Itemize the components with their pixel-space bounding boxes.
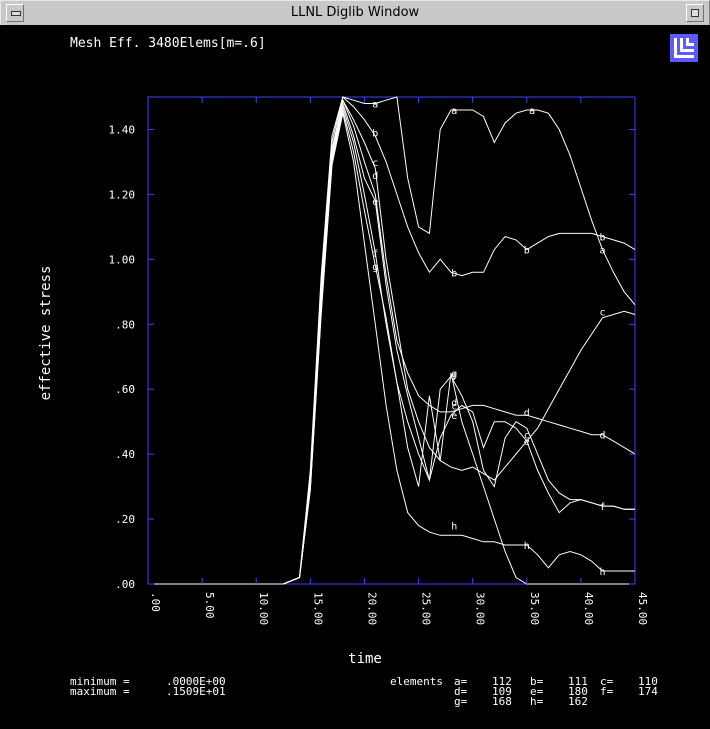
y-tick-label: .00 — [115, 578, 135, 591]
series-marker-h: h — [451, 522, 457, 533]
series-marker-d: d — [600, 431, 606, 442]
series-marker-d: d — [372, 171, 378, 182]
x-tick-label: 45.00 — [636, 592, 649, 625]
maximum-value: .1509E+01 — [166, 685, 226, 698]
elements-label: elements — [390, 675, 443, 688]
y-tick-label: .80 — [115, 318, 135, 331]
element-value: 174 — [638, 685, 658, 698]
series-marker-a: a — [451, 106, 457, 117]
x-tick-label: 15.00 — [311, 592, 324, 625]
series-line-b — [148, 96, 636, 585]
element-key: f= — [600, 685, 614, 698]
element-key: h= — [530, 695, 544, 708]
series-marker-f: f — [372, 249, 378, 260]
x-ticks-group: .00 5.00 10.00 15.00 20.00 25.00 30.00 35.00 40.… — [147, 97, 649, 625]
series-marker-h: h — [524, 541, 530, 552]
series-marker-a: a — [529, 106, 535, 117]
series-marker-b: b — [600, 233, 606, 244]
x-tick-label: 25.00 — [420, 592, 433, 625]
x-tick-label: 30.00 — [474, 592, 487, 625]
y-tick-label: .20 — [115, 513, 135, 526]
series-marker-c: c — [372, 158, 378, 169]
maximum-label: maximum = — [70, 685, 130, 698]
element-value: 168 — [492, 695, 512, 708]
x-tick-label: 5.00 — [203, 592, 216, 619]
series-marker-g: g — [372, 262, 378, 273]
series-marker-a: a — [372, 99, 378, 110]
series-marker-b: b — [524, 246, 530, 257]
series-marker-g: g — [451, 369, 457, 380]
element-key: g= — [454, 695, 468, 708]
series-marker-d: d — [524, 408, 530, 419]
series-marker-e: e — [451, 411, 457, 422]
y-tick-label: 1.40 — [109, 123, 136, 136]
series-marker-e: e — [524, 437, 530, 448]
stress-chart: aa aabbbbccccddddeeefffgghhh .00.20.40.60… — [38, 96, 649, 667]
series-line-g — [148, 109, 635, 585]
curves-group — [148, 96, 636, 585]
y-tick-label: 1.20 — [109, 188, 136, 201]
plot-frame — [147, 96, 636, 585]
series-marker-b: b — [372, 129, 378, 140]
series-line-d — [148, 98, 636, 585]
x-tick-label: 10.00 — [257, 592, 270, 625]
series-marker-c: c — [600, 307, 606, 318]
series-line-c — [148, 98, 636, 585]
x-axis-label: time — [348, 651, 382, 667]
series-marker-a: a — [600, 246, 606, 257]
series-line-a — [148, 96, 636, 585]
series-marker-f: f — [600, 502, 606, 513]
x-tick-label: 35.00 — [528, 592, 541, 625]
series-marker-b: b — [451, 268, 457, 279]
x-tick-label: .00 — [149, 592, 162, 612]
y-axis-label: effective stress — [38, 266, 54, 401]
series-marker-d: d — [451, 398, 457, 409]
series-marker-h: h — [600, 567, 606, 578]
element-value: 162 — [568, 695, 588, 708]
y-tick-label: 1.00 — [109, 253, 136, 266]
series-marker-e: e — [372, 197, 378, 208]
x-tick-label: 40.00 — [582, 592, 595, 625]
series-line-e — [148, 101, 635, 585]
y-tick-label: .60 — [115, 383, 135, 396]
y-tick-label: .40 — [115, 448, 135, 461]
x-tick-label: 20.00 — [365, 592, 378, 625]
